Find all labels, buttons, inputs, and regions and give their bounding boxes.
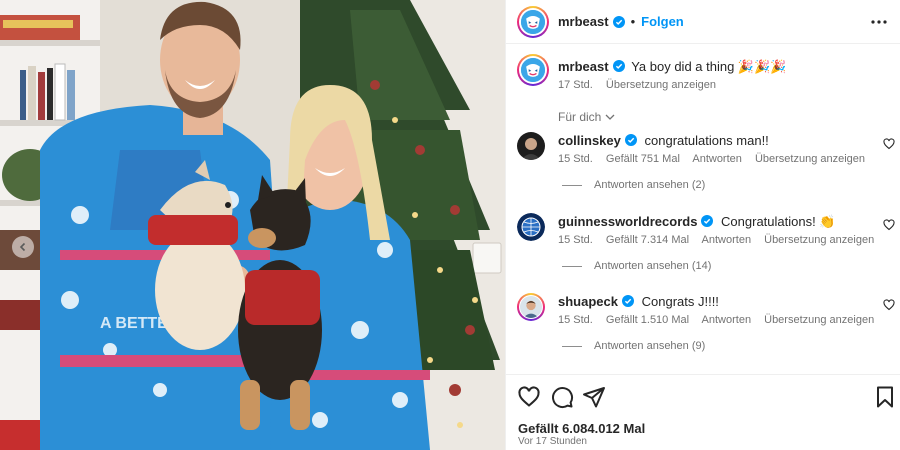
replies-divider-line [562, 265, 582, 267]
caption-translate-link[interactable]: Übersetzung anzeigen [606, 79, 716, 91]
collinskey-avatar-icon [517, 132, 545, 160]
comment-icon[interactable] [550, 385, 574, 409]
verified-badge-icon [621, 295, 634, 307]
comment-body: congratulations man!! [644, 133, 769, 148]
comment-like-heart-icon[interactable] [883, 138, 895, 150]
comment-reply-button[interactable]: Antworten [702, 314, 752, 326]
view-replies-button[interactable]: Antworten ansehen (2) [562, 179, 705, 191]
comment-sort-label: Für dich [558, 110, 602, 124]
mrbeast-logo-icon [521, 10, 545, 34]
verified-badge-icon [612, 15, 625, 28]
commenter-username[interactable]: guinnessworldrecords [558, 214, 697, 229]
comment-translate-link[interactable]: Übersetzung anzeigen [764, 314, 874, 326]
comment-reply-button[interactable]: Antworten [692, 153, 742, 165]
commenter-avatar[interactable] [517, 213, 545, 241]
caption-username[interactable]: mrbeast [558, 59, 609, 74]
share-icon[interactable] [582, 385, 606, 409]
post-photo[interactable]: A BETTER [0, 0, 505, 450]
comment-likes-count[interactable]: Gefällt 7.314 Mal [606, 234, 689, 246]
comment-likes-count[interactable]: Gefällt 751 Mal [606, 153, 680, 165]
guinness-globe-icon [517, 213, 545, 241]
separator-dot: • [630, 14, 636, 29]
post-details-panel: mrbeast • Folgen mrbeast Ya boy did a th… [505, 0, 900, 450]
comment-reply-button[interactable]: Antworten [702, 234, 752, 246]
comment-likes-count[interactable]: Gefällt 1.510 Mal [606, 314, 689, 326]
verified-badge-icon [701, 215, 714, 227]
post-timestamp: Vor 17 Stunden [518, 436, 587, 447]
post-actions-bar: Gefällt 6.084.012 Mal Vor 17 Stunden [506, 374, 900, 450]
shuapeck-avatar-icon [520, 296, 542, 318]
caption-text-row: mrbeast Ya boy did a thing 🎉🎉🎉 [558, 59, 878, 75]
post-likes-count[interactable]: Gefällt 6.084.012 Mal [518, 421, 645, 436]
author-avatar[interactable] [517, 6, 549, 38]
comment-text-row: collinskey congratulations man!! [558, 133, 769, 149]
comment-timestamp: 15 Std. [558, 234, 593, 246]
commenter-avatar[interactable] [517, 132, 545, 160]
bookmark-icon[interactable] [873, 385, 897, 409]
chevron-down-icon [605, 114, 615, 120]
view-replies-label: Antworten ansehen (9) [594, 340, 706, 352]
comment-text-row: guinnessworldrecords Congratulations! 👏 [558, 214, 836, 230]
replies-divider-line [562, 345, 582, 347]
comment-translate-link[interactable]: Übersetzung anzeigen [764, 234, 874, 246]
comment-like-heart-icon[interactable] [883, 299, 895, 311]
author-username[interactable]: mrbeast [558, 14, 609, 29]
commenter-username[interactable]: shuapeck [558, 294, 618, 309]
replies-divider-line [562, 184, 582, 186]
view-replies-label: Antworten ansehen (14) [594, 260, 712, 272]
commenter-username[interactable]: collinskey [558, 133, 621, 148]
mrbeast-logo-icon [521, 58, 545, 82]
comment-like-heart-icon[interactable] [883, 219, 895, 231]
comment-timestamp: 15 Std. [558, 153, 593, 165]
verified-badge-icon [612, 60, 625, 72]
comment-meta: 15 Std. Gefällt 7.314 Mal Antworten Über… [558, 234, 884, 246]
verified-badge-icon [624, 134, 637, 146]
comment-timestamp: 15 Std. [558, 314, 593, 326]
commenter-avatar[interactable] [517, 293, 545, 321]
comment-meta: 15 Std. Gefällt 1.510 Mal Antworten Über… [558, 314, 884, 326]
more-options-button[interactable] [869, 12, 889, 32]
comment-sort-dropdown[interactable]: Für dich [558, 110, 615, 124]
carousel-prev-button[interactable] [12, 236, 34, 258]
photo-illustration: A BETTER [0, 0, 505, 450]
more-horizontal-icon [871, 20, 887, 24]
comment-translate-link[interactable]: Übersetzung anzeigen [755, 153, 865, 165]
author-name-row: mrbeast • Folgen [558, 14, 684, 29]
caption-meta: 17 Std. Übersetzung anzeigen [558, 79, 726, 91]
post-header: mrbeast • Folgen [506, 0, 900, 44]
follow-button[interactable]: Folgen [641, 14, 684, 29]
chevron-left-icon [19, 242, 26, 252]
comment-body: Congrats J!!!! [641, 294, 719, 309]
view-replies-button[interactable]: Antworten ansehen (9) [562, 340, 705, 352]
comment-body: Congratulations! 👏 [721, 214, 836, 229]
caption-timestamp: 17 Std. [558, 79, 593, 91]
view-replies-button[interactable]: Antworten ansehen (14) [562, 260, 711, 272]
heart-icon[interactable] [517, 385, 541, 409]
comment-text-row: shuapeck Congrats J!!!! [558, 294, 719, 310]
caption-body: Ya boy did a thing 🎉🎉🎉 [631, 59, 787, 74]
comment-meta: 15 Std. Gefällt 751 Mal Antworten Überse… [558, 153, 875, 165]
caption-author-avatar[interactable] [517, 54, 549, 86]
view-replies-label: Antworten ansehen (2) [594, 179, 706, 191]
